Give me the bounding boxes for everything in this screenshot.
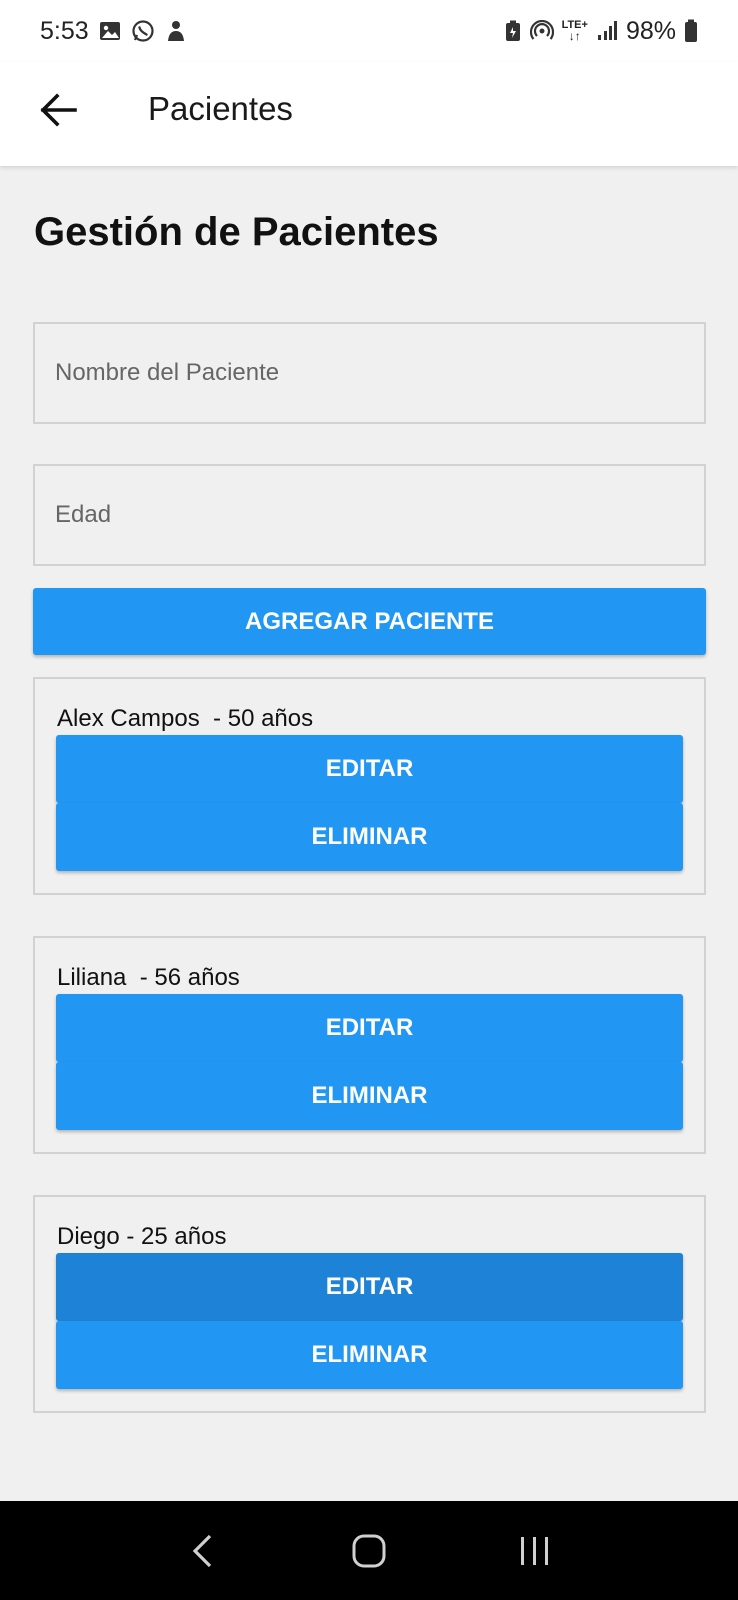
- whatsapp-icon: [131, 19, 155, 43]
- recents-icon: [521, 1536, 548, 1565]
- patient-card: Liliana - 56 años EDITAR ELIMINAR: [33, 936, 706, 1154]
- hotspot-icon: [529, 20, 554, 42]
- status-bar: 5:53 LTE+ ↓↑ 98%: [0, 0, 738, 62]
- nav-recents-button[interactable]: [505, 1521, 565, 1581]
- lte-icon: LTE+ ↓↑: [562, 20, 588, 43]
- delete-button[interactable]: ELIMINAR: [56, 803, 683, 871]
- patient-label: Alex Campos - 50 años: [57, 705, 314, 732]
- status-left: 5:53: [40, 17, 187, 46]
- patient-label: Diego - 25 años: [57, 1223, 227, 1250]
- notification-icon: [165, 19, 187, 43]
- nav-home-button[interactable]: [339, 1521, 399, 1581]
- status-time: 5:53: [40, 16, 89, 45]
- edit-button[interactable]: EDITAR: [56, 994, 683, 1062]
- chevron-left-icon: [192, 1534, 212, 1567]
- nav-back-button[interactable]: [173, 1521, 233, 1581]
- battery-icon: [684, 19, 698, 43]
- battery-percent: 98%: [625, 16, 676, 45]
- app-title: Pacientes: [148, 90, 293, 127]
- patient-name-input[interactable]: [33, 322, 706, 424]
- edit-button[interactable]: EDITAR: [56, 735, 683, 803]
- system-nav-bar: [0, 1501, 738, 1600]
- back-button[interactable]: [34, 86, 82, 134]
- delete-button[interactable]: ELIMINAR: [56, 1321, 683, 1389]
- page-title: Gestión de Pacientes: [34, 210, 439, 254]
- image-icon: [99, 20, 121, 42]
- arrow-left-icon: [40, 93, 77, 127]
- app-bar: Pacientes: [0, 62, 738, 166]
- patient-label: Liliana - 56 años: [57, 964, 240, 991]
- battery-saver-icon: [504, 20, 522, 42]
- add-patient-button[interactable]: AGREGAR PACIENTE: [33, 588, 706, 655]
- signal-icon: [596, 20, 618, 42]
- main-content: Gestión de Pacientes AGREGAR PACIENTE Al…: [0, 166, 738, 1501]
- patient-card: Diego - 25 años EDITAR ELIMINAR: [33, 1195, 706, 1413]
- patient-age-input[interactable]: [33, 464, 706, 566]
- patient-card: Alex Campos - 50 años EDITAR ELIMINAR: [33, 677, 706, 895]
- data-arrows-icon: ↓↑: [568, 29, 581, 43]
- status-right: LTE+ ↓↑ 98%: [504, 17, 698, 46]
- delete-button[interactable]: ELIMINAR: [56, 1062, 683, 1130]
- edit-button[interactable]: EDITAR: [56, 1253, 683, 1321]
- home-icon: [352, 1534, 386, 1567]
